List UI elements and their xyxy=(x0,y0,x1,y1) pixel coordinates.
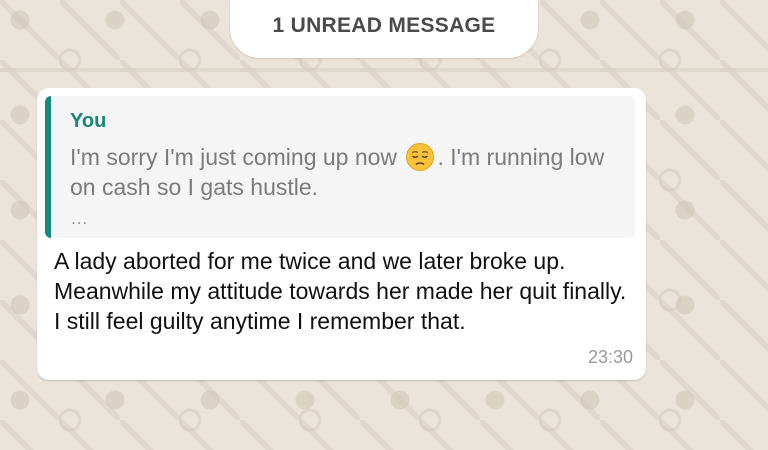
incoming-message-bubble[interactable]: You I'm sorry I'm just coming up now . I… xyxy=(37,88,646,380)
message-body: A lady aborted for me twice and we later… xyxy=(54,248,627,334)
quote-truncation-indicator: ... xyxy=(71,209,89,228)
quote-accent-bar xyxy=(45,96,51,238)
message-timestamp: 23:30 xyxy=(587,347,633,367)
pensive-face-emoji-icon xyxy=(406,143,435,171)
quoted-text-part-1: I'm sorry I'm just coming up now xyxy=(70,144,404,170)
quoted-reply[interactable]: You I'm sorry I'm just coming up now . I… xyxy=(45,96,635,238)
unread-divider xyxy=(0,68,768,72)
quoted-message-text: I'm sorry I'm just coming up now . I'm r… xyxy=(70,142,630,202)
unread-messages-label: 1 UNREAD MESSAGE xyxy=(272,14,496,37)
quoted-author: You xyxy=(70,110,107,132)
unread-messages-banner: 1 UNREAD MESSAGE xyxy=(230,0,538,58)
